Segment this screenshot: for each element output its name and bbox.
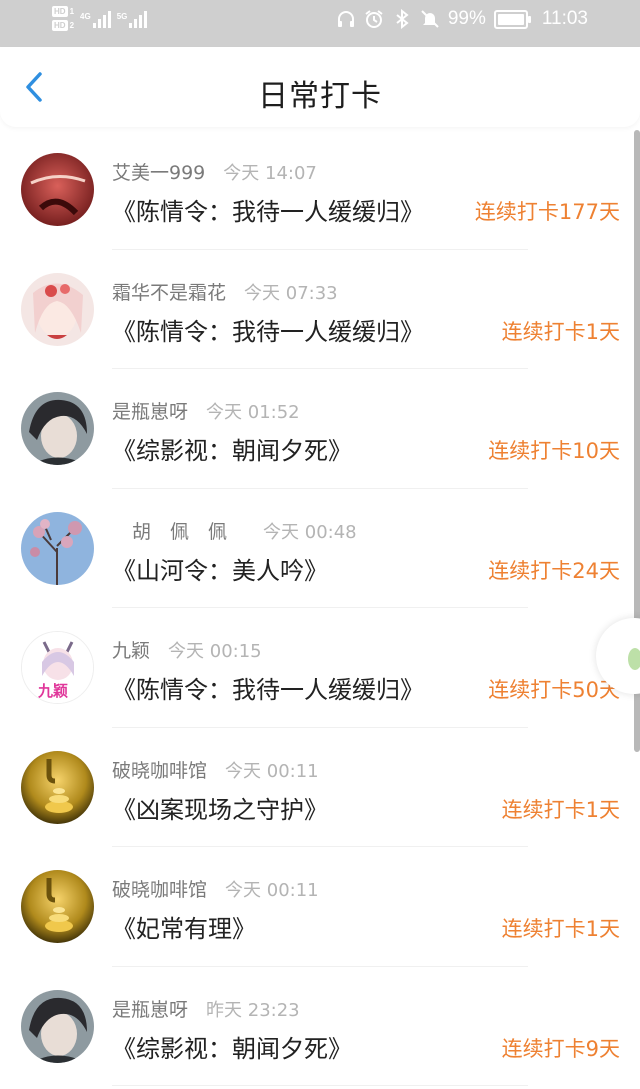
leaf-icon (628, 648, 640, 670)
hd-badge: HD (52, 20, 68, 31)
username[interactable]: 九颖 (112, 636, 150, 663)
avatar[interactable] (21, 153, 94, 226)
checkin-time: 今天 00:15 (168, 641, 262, 662)
battery-icon (493, 9, 531, 29)
avatar[interactable] (21, 392, 94, 465)
hd-sim-number: 2 (69, 21, 75, 30)
list-item[interactable]: 破晓咖啡馆 今天 00:11 《凶案现场之守护》 连续打卡1天 (0, 728, 640, 848)
page-title: 日常打卡 (258, 79, 382, 114)
checkin-time: 今天 14:07 (223, 163, 317, 184)
mute-icon (420, 9, 440, 29)
list-item[interactable]: 是瓶崽呀 今天 01:52 《综影视：朝闻夕死》 连续打卡10天 (0, 369, 640, 489)
item-meta: 胡 佩 佩 今天 00:48 (132, 517, 357, 544)
checkin-time: 今天 00:48 (263, 521, 357, 543)
item-meta: 艾美一999 今天 14:07 (112, 158, 317, 185)
list-item[interactable]: 破晓咖啡馆 今天 00:11 《妃常有理》 连续打卡1天 (0, 847, 640, 967)
headphones-icon (336, 9, 356, 29)
book-title[interactable]: 《妃常有理》 (112, 909, 256, 944)
list-item[interactable]: 是瓶崽呀 昨天 23:23 《综影视：朝闻夕死》 连续打卡9天 (0, 967, 640, 1087)
signal-group-2: 5G (117, 10, 148, 28)
item-meta: 霜华不是霜花 今天 07:33 (112, 278, 338, 305)
book-title[interactable]: 《陈情令：我待一人缓缓归》 (112, 670, 424, 705)
item-meta: 是瓶崽呀 昨天 23:23 (112, 995, 300, 1022)
list-item[interactable]: 胡 佩 佩 今天 00:48 《山河令：美人吟》 连续打卡24天 (0, 489, 640, 609)
checkin-time: 今天 01:52 (206, 402, 300, 423)
avatar[interactable] (21, 511, 94, 585)
username[interactable]: 破晓咖啡馆 (112, 756, 207, 783)
network-type-label: 4G (80, 11, 91, 21)
username[interactable]: 胡 佩 佩 (132, 517, 227, 544)
streak-count: 连续打卡1天 (501, 797, 620, 822)
username[interactable]: 艾美一999 (112, 158, 205, 185)
book-title[interactable]: 《陈情令：我待一人缓缓归》 (112, 312, 424, 347)
list-item[interactable]: 霜华不是霜花 今天 07:33 《陈情令：我待一人缓缓归》 连续打卡1天 (0, 250, 640, 370)
status-bar: HD 1 HD 2 4G 5G 99% 11:03 (0, 0, 640, 47)
header-bar: 日常打卡 (0, 47, 640, 127)
book-title[interactable]: 《综影视：朝闻夕死》 (112, 1029, 352, 1064)
checkin-time: 今天 07:33 (244, 282, 338, 304)
streak-count: 连续打卡177天 (474, 200, 620, 224)
avatar[interactable] (21, 989, 94, 1063)
hd-badge: HD (52, 6, 68, 17)
status-left: HD 1 HD 2 4G 5G (52, 6, 148, 31)
avatar[interactable] (21, 870, 94, 943)
hd-indicator: HD 1 HD 2 (52, 6, 74, 31)
streak-count: 连续打卡50天 (488, 678, 620, 702)
avatar[interactable]: 九颖 (21, 631, 94, 704)
streak-count: 连续打卡1天 (501, 917, 620, 941)
username[interactable]: 是瓶崽呀 (112, 397, 188, 424)
book-title[interactable]: 《综影视：朝闻夕死》 (112, 431, 352, 466)
streak-count: 连续打卡10天 (488, 439, 620, 463)
username[interactable]: 破晓咖啡馆 (112, 875, 207, 902)
checkin-list: 艾美一999 今天 14:07 《陈情令：我待一人缓缓归》 连续打卡177天 霜… (0, 130, 640, 1086)
book-title[interactable]: 《陈情令：我待一人缓缓归》 (112, 192, 424, 227)
book-title[interactable]: 《凶案现场之守护》 (112, 790, 328, 825)
item-meta: 破晓咖啡馆 今天 00:11 (112, 756, 319, 783)
streak-count: 连续打卡9天 (501, 1036, 620, 1061)
status-right: 99% 11:03 (336, 8, 588, 30)
checkin-time: 今天 00:11 (225, 880, 319, 901)
streak-count: 连续打卡24天 (488, 558, 620, 583)
bluetooth-icon (392, 8, 412, 30)
hd-sim-number: 1 (69, 7, 75, 16)
item-meta: 九颖 今天 00:15 (112, 636, 262, 663)
avatar[interactable] (21, 272, 94, 346)
signal-bars-icon (92, 10, 111, 28)
network-type-label: 5G (116, 11, 128, 21)
item-meta: 破晓咖啡馆 今天 00:11 (112, 875, 319, 902)
alarm-icon (364, 9, 384, 29)
battery-percent: 99% (447, 8, 486, 29)
clock: 11:03 (541, 8, 588, 29)
username[interactable]: 霜华不是霜花 (112, 278, 226, 305)
username[interactable]: 是瓶崽呀 (112, 995, 188, 1022)
signal-bars-icon (129, 10, 148, 28)
item-meta: 是瓶崽呀 今天 01:52 (112, 397, 300, 424)
battery-level (497, 13, 524, 25)
streak-count: 连续打卡1天 (501, 319, 620, 344)
signal-group-1: 4G (80, 10, 111, 28)
checkin-time: 今天 00:11 (225, 760, 319, 782)
book-title[interactable]: 《山河令：美人吟》 (112, 551, 328, 586)
avatar[interactable] (21, 750, 94, 824)
list-item[interactable]: 九颖 九颖 今天 00:15 《陈情令：我待一人缓缓归》 连续打卡50天 (0, 608, 640, 728)
checkin-time: 昨天 23:23 (206, 999, 300, 1021)
svg-text:九颖: 九颖 (37, 682, 68, 700)
list-item[interactable]: 艾美一999 今天 14:07 《陈情令：我待一人缓缓归》 连续打卡177天 (0, 130, 640, 250)
